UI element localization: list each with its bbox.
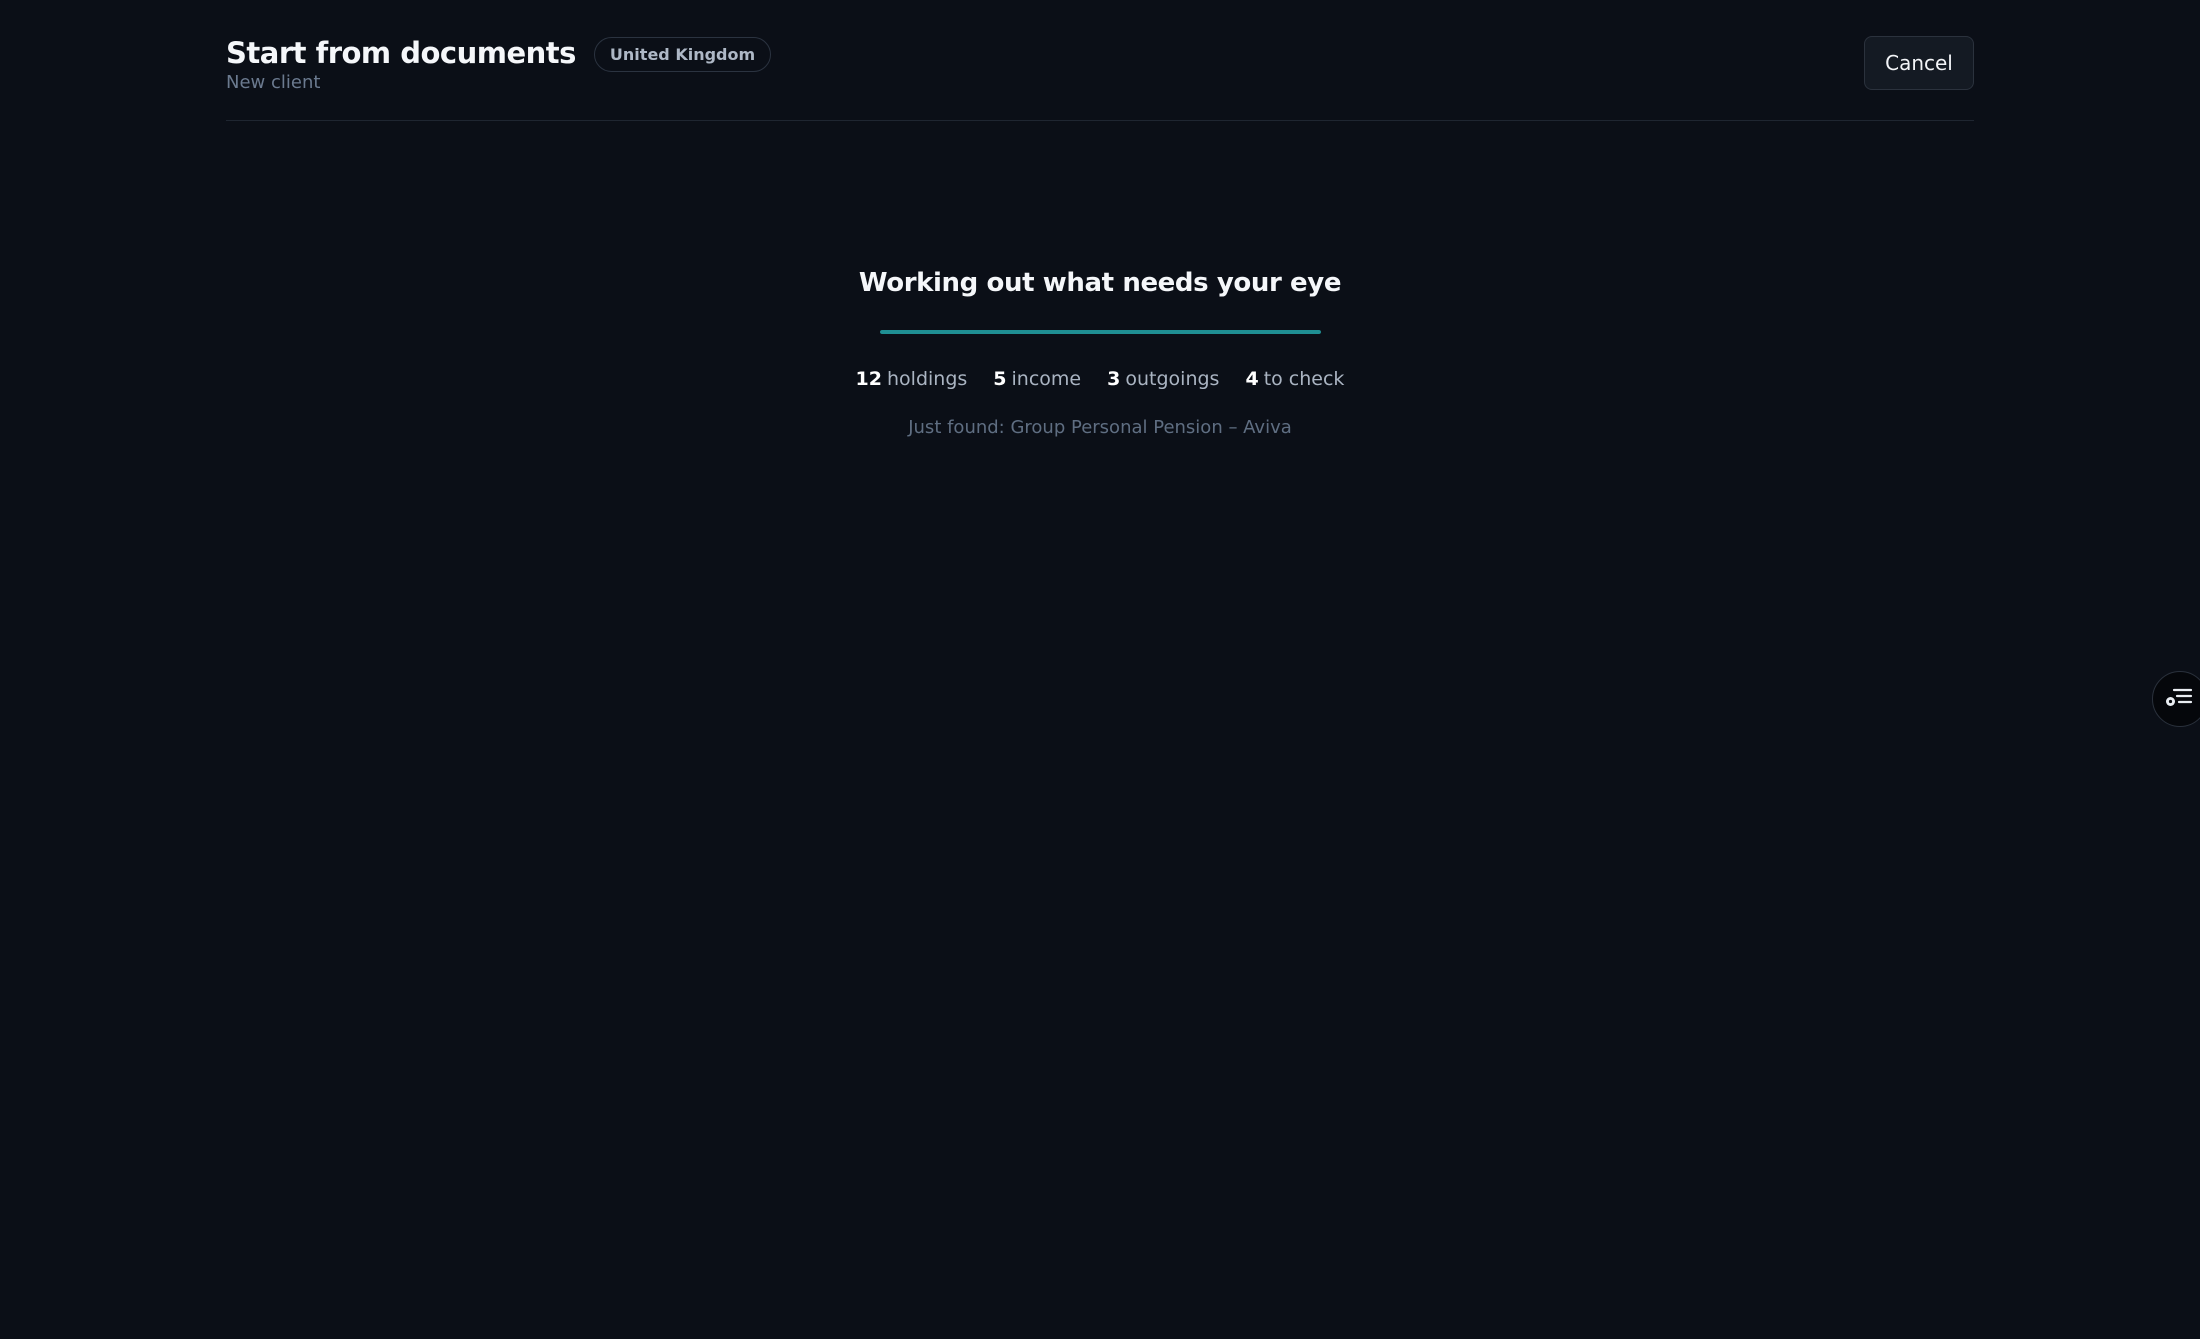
cancel-button[interactable]: Cancel [1864, 36, 1974, 90]
stat-label: to check [1263, 368, 1345, 390]
stat-count: 5 [993, 368, 1007, 390]
stats-row: 12 holdings 5 income 3 outgoings 4 to check [0, 368, 2200, 390]
progress-fill [880, 330, 1321, 334]
country-badge: United Kingdom [593, 37, 772, 72]
stat-income: 5 income [993, 368, 1081, 390]
stat-label: holdings [887, 368, 968, 390]
header: Start from documents United Kingdom New … [226, 0, 1974, 121]
just-found-text: Just found: Group Personal Pension – Avi… [908, 417, 1292, 438]
status-heading: Working out what needs your eye [858, 268, 1342, 298]
stat-holdings: 12 holdings [856, 368, 968, 390]
stat-count: 4 [1245, 368, 1259, 390]
stat-outgoings: 3 outgoings [1107, 368, 1219, 390]
stat-count: 12 [855, 368, 882, 390]
list-settings-icon [2165, 685, 2193, 713]
page-subtitle: New client [226, 72, 321, 93]
stat-label: outgoings [1125, 368, 1220, 390]
stat-count: 3 [1107, 368, 1121, 390]
title-row: Start from documents United Kingdom [226, 33, 772, 72]
page: Start from documents United Kingdom New … [0, 0, 2200, 1339]
page-title: Start from documents [226, 35, 576, 70]
stat-label: income [1011, 368, 1082, 390]
side-panel-toggle-button[interactable] [2152, 671, 2200, 727]
stat-to-check: 4 to check [1245, 368, 1344, 390]
progress-bar [880, 330, 1321, 334]
